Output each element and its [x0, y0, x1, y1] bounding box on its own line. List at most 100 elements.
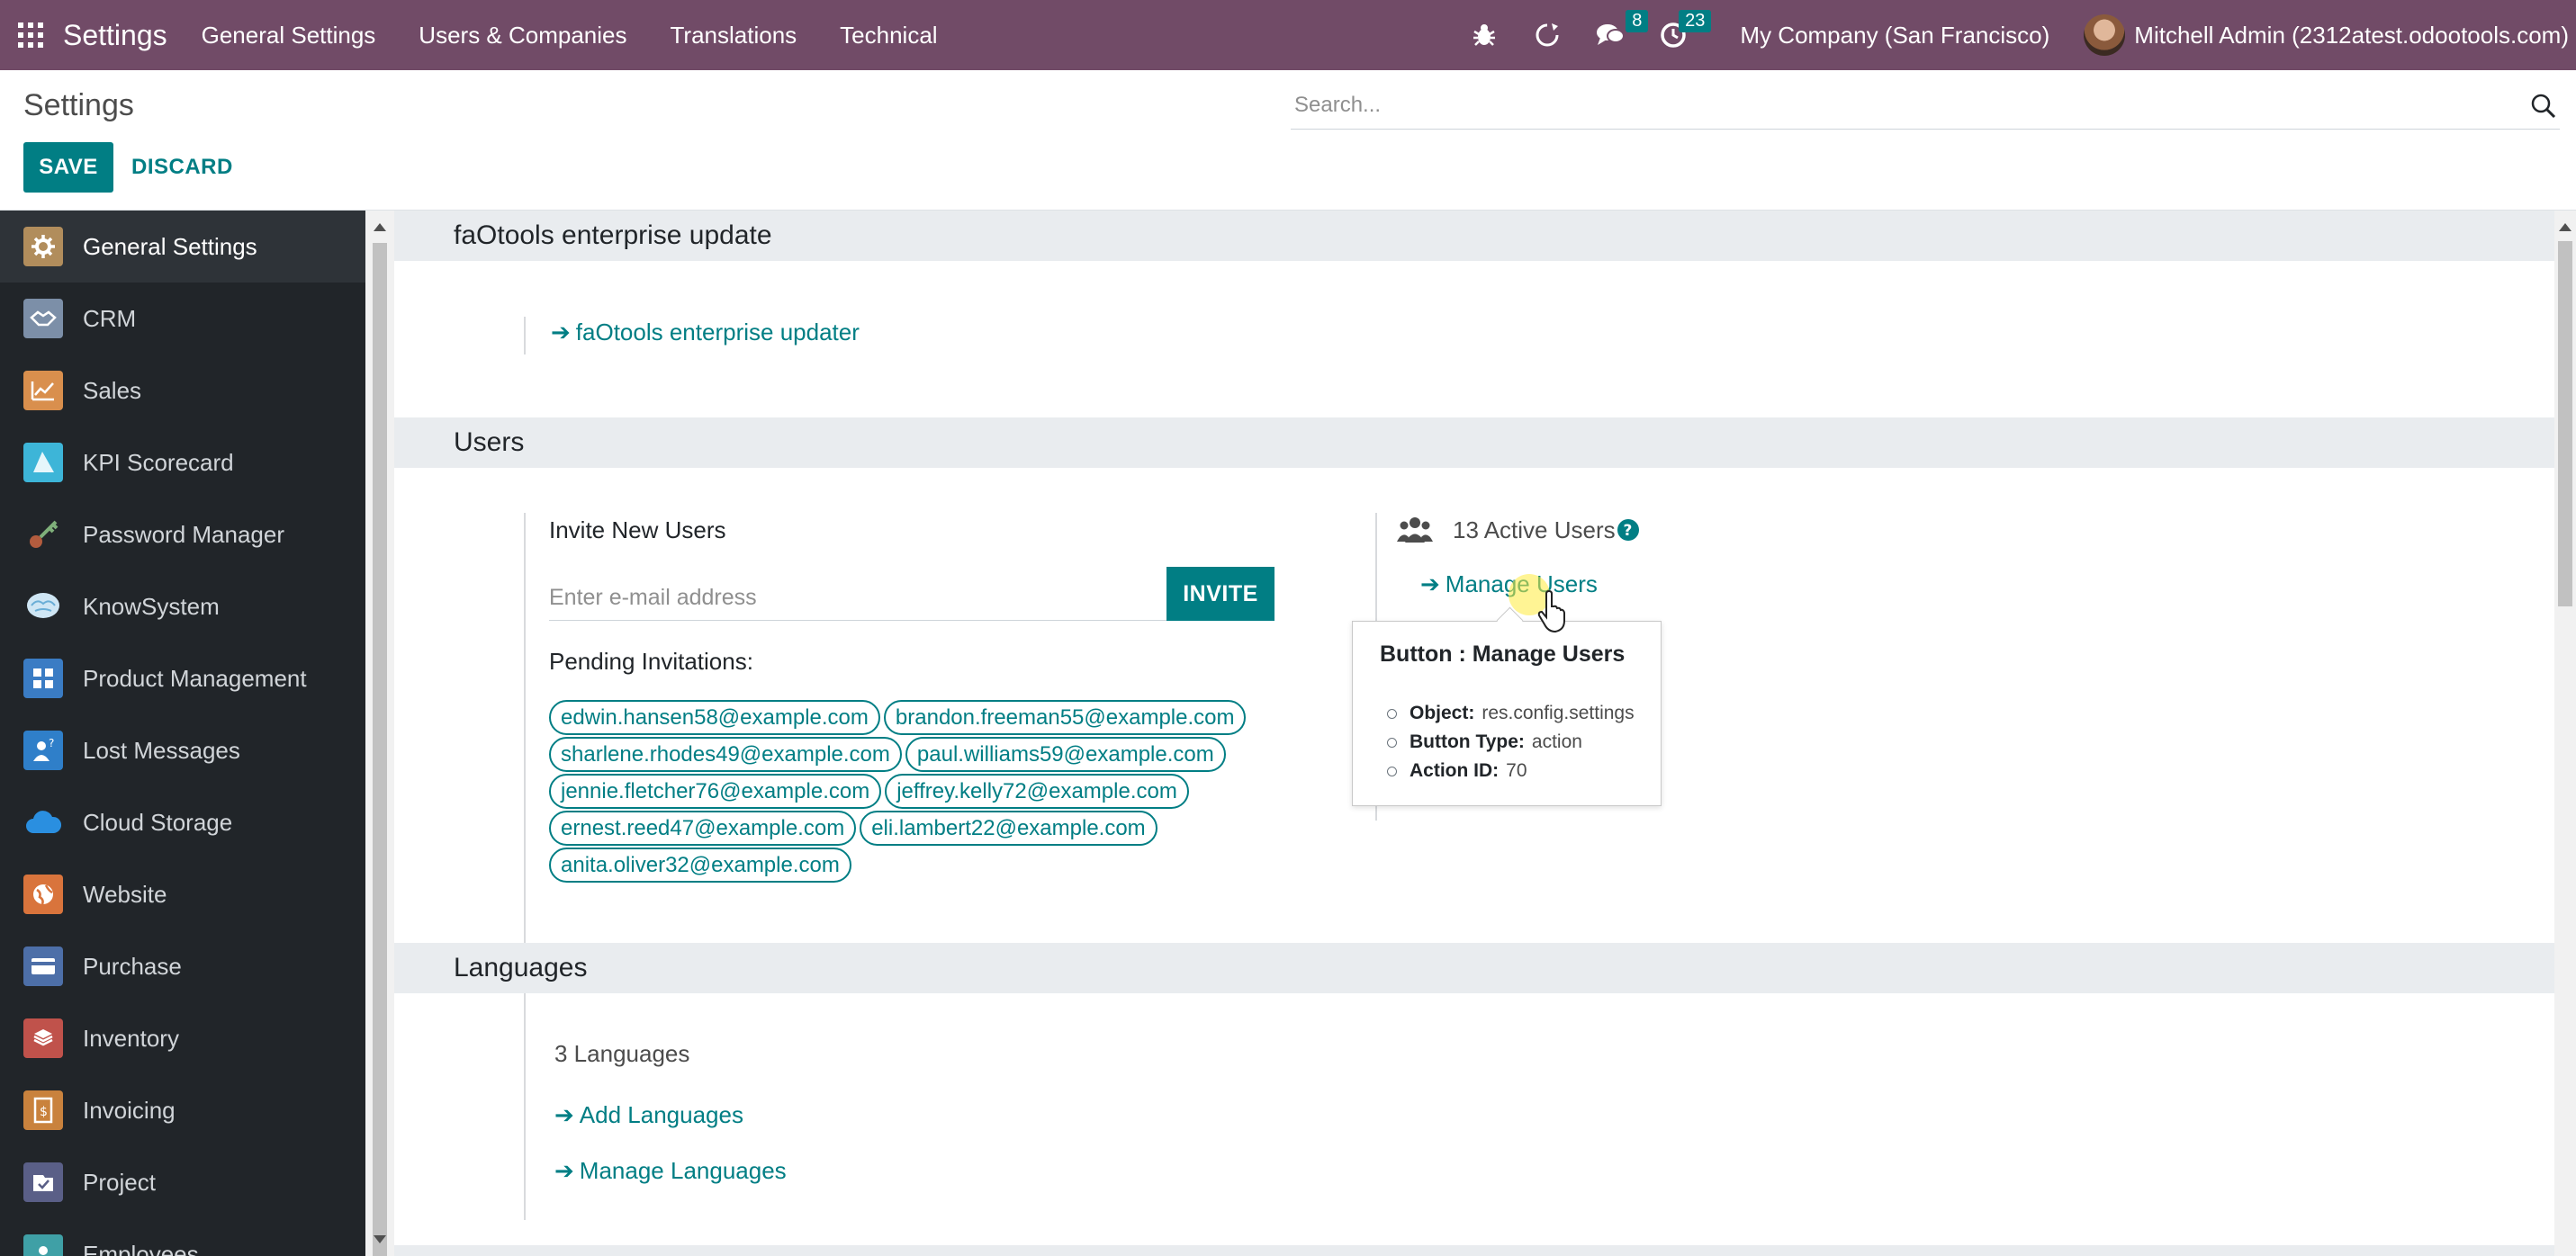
pending-invitation-pill[interactable]: brandon.freeman55@example.com — [883, 700, 1247, 735]
tooltip-title: Button : Manage Users — [1380, 641, 1626, 667]
sidebar-item-employees[interactable]: Employees — [0, 1218, 365, 1256]
pending-invitation-pill[interactable]: jennie.fletcher76@example.com — [549, 774, 882, 809]
hand-cursor-icon — [1537, 590, 1565, 633]
sidebar-item-sales[interactable]: Sales — [0, 354, 365, 426]
search-input[interactable] — [1291, 83, 2497, 128]
sidebar-item-knowsystem[interactable]: KnowSystem — [0, 570, 365, 642]
sidebar-item-product-management[interactable]: Product Management — [0, 642, 365, 714]
section-header-languages: Languages — [394, 943, 2554, 993]
sidebar-item-website[interactable]: Website — [0, 858, 365, 930]
scorecard-icon — [23, 443, 63, 482]
menu-general-settings[interactable]: General Settings — [202, 22, 376, 49]
scroll-down-arrow-icon[interactable] — [374, 1235, 386, 1243]
bug-icon[interactable] — [1470, 21, 1499, 49]
card-icon — [23, 946, 63, 986]
arrow-right-icon: ➔ — [551, 318, 571, 345]
add-languages-link[interactable]: ➔ Add Languages — [554, 1101, 743, 1129]
product-icon — [23, 659, 63, 698]
search-icon[interactable] — [2529, 92, 2558, 121]
employees-icon — [23, 1234, 63, 1256]
user-menu[interactable]: Mitchell Admin (2312atest.odootools.com) — [2134, 22, 2569, 49]
sidebar-item-cloud-storage[interactable]: Cloud Storage — [0, 786, 365, 858]
brain-icon — [23, 587, 63, 626]
company-switcher[interactable]: My Company (San Francisco) — [1740, 22, 2049, 49]
pending-invitation-pill[interactable]: jeffrey.kelly72@example.com — [885, 774, 1189, 809]
sidebar-item-label: Website — [83, 880, 167, 908]
apps-grid-icon[interactable] — [18, 22, 43, 48]
control-panel: Settings SAVE DISCARD — [0, 70, 2576, 211]
sidebar-item-general-settings[interactable]: General Settings — [0, 211, 365, 283]
sidebar-item-label: Cloud Storage — [83, 808, 233, 836]
arrow-right-icon: ➔ — [554, 1101, 574, 1128]
sidebar-item-crm[interactable]: CRM — [0, 283, 365, 354]
pending-invitation-pill[interactable]: eli.lambert22@example.com — [860, 811, 1157, 846]
sidebar-scrollbar[interactable] — [365, 211, 394, 1256]
discard-button[interactable]: DISCARD — [131, 142, 233, 193]
sidebar-item-label: Password Manager — [83, 520, 284, 548]
sidebar-item-label: Product Management — [83, 664, 307, 692]
divider — [524, 317, 526, 354]
link-label: Add Languages — [579, 1101, 743, 1128]
pending-invitation-pill[interactable]: edwin.hansen58@example.com — [549, 700, 880, 735]
invoice-icon: $ — [23, 1090, 63, 1130]
divider — [524, 513, 526, 1096]
menu-translations[interactable]: Translations — [671, 22, 797, 49]
faotools-updater-link[interactable]: ➔ faOtools enterprise updater — [551, 318, 860, 346]
pending-invitation-pill[interactable]: ernest.reed47@example.com — [549, 811, 857, 846]
sidebar-item-purchase[interactable]: Purchase — [0, 930, 365, 1002]
menu-users-companies[interactable]: Users & Companies — [419, 22, 626, 49]
sidebar-item-label: KnowSystem — [83, 592, 220, 620]
sidebar-item-kpi-scorecard[interactable]: KPI Scorecard — [0, 426, 365, 498]
scroll-up-arrow-icon[interactable] — [374, 223, 386, 231]
sidebar-item-label: CRM — [83, 304, 137, 332]
sidebar-item-invoicing[interactable]: $ Invoicing — [0, 1074, 365, 1146]
sidebar-item-label: Lost Messages — [83, 736, 240, 764]
handshake-icon — [23, 299, 63, 338]
project-icon — [23, 1162, 63, 1202]
invite-email-field[interactable] — [549, 576, 1166, 619]
sidebar-item-project[interactable]: Project — [0, 1146, 365, 1218]
settings-sidebar: General Settings CRM Sales KPI Scorecard… — [0, 211, 365, 1256]
scrollbar-thumb[interactable] — [373, 243, 387, 1256]
sidebar-item-label: Purchase — [83, 952, 182, 980]
tooltip-key: Button Type: — [1410, 731, 1525, 752]
languages-count: 3 Languages — [554, 1040, 690, 1067]
help-question-icon[interactable]: ? — [1617, 518, 1640, 542]
pending-invitation-pill[interactable]: anita.oliver32@example.com — [549, 848, 851, 883]
tooltip-value: res.config.settings — [1482, 703, 1635, 723]
cloud-icon — [23, 803, 63, 842]
menu-technical[interactable]: Technical — [840, 22, 937, 49]
link-label: Manage Languages — [579, 1157, 787, 1184]
pending-invitation-pill[interactable]: paul.williams59@example.com — [905, 737, 1226, 772]
clock-icon[interactable]: 23 — [1659, 10, 1712, 49]
scrollbar-thumb[interactable] — [2558, 241, 2572, 606]
sidebar-item-password-manager[interactable]: Password Manager — [0, 498, 365, 570]
arrow-right-icon: ➔ — [554, 1157, 574, 1184]
sidebar-item-label: Inventory — [83, 1024, 179, 1052]
chat-icon[interactable]: 8 — [1596, 10, 1649, 49]
sidebar-item-inventory[interactable]: Inventory — [0, 1002, 365, 1074]
scroll-up-arrow-icon[interactable] — [2559, 223, 2571, 231]
avatar[interactable] — [2084, 14, 2126, 56]
key-icon — [23, 515, 63, 554]
top-navbar: Settings General Settings Users & Compan… — [0, 0, 2576, 70]
sidebar-item-label: General Settings — [83, 232, 257, 260]
invite-button[interactable]: INVITE — [1166, 567, 1274, 621]
pending-invitation-pill[interactable]: sharlene.rhodes49@example.com — [549, 737, 902, 772]
pending-invitations-list: edwin.hansen58@example.com brandon.freem… — [549, 700, 1269, 884]
section-header-users: Users — [394, 417, 2554, 468]
sidebar-item-lost-messages[interactable]: ? Lost Messages — [0, 714, 365, 786]
refresh-icon[interactable] — [1533, 21, 1562, 49]
svg-text:?: ? — [49, 738, 54, 749]
svg-text:?: ? — [1624, 522, 1633, 540]
search-bar — [1291, 83, 2560, 130]
content-scrollbar[interactable] — [2554, 211, 2576, 1256]
active-users-count: 13 Active Users — [1453, 516, 1616, 543]
manage-languages-link[interactable]: ➔ Manage Languages — [554, 1157, 787, 1185]
link-label: faOtools enterprise updater — [575, 318, 860, 345]
save-button[interactable]: SAVE — [23, 142, 113, 193]
app-title[interactable]: Settings — [63, 19, 167, 52]
pending-invitations-title: Pending Invitations: — [549, 648, 753, 675]
sidebar-item-label: KPI Scorecard — [83, 448, 234, 476]
button-tooltip: Button : Manage Users Object: res.config.… — [1352, 621, 1662, 806]
